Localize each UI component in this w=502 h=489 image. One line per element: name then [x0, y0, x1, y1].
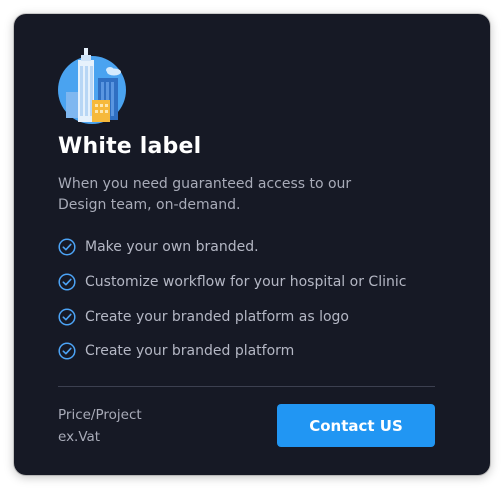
feature-item: Create your branded platform as logo: [58, 299, 406, 334]
pricing-card: White label When you need guaranteed acc…: [14, 14, 490, 475]
check-circle-icon: [58, 342, 76, 360]
feature-label: Create your branded platform: [85, 343, 295, 360]
contact-us-button[interactable]: Contact US: [277, 404, 435, 447]
check-circle-icon: [58, 273, 76, 291]
feature-label: Make your own branded.: [85, 239, 259, 256]
feature-item: Create your branded platform: [58, 334, 406, 369]
price-info: Price/Project ex.Vat: [58, 404, 142, 448]
check-circle-icon: [58, 308, 76, 326]
divider: [58, 386, 435, 387]
city-buildings-icon: [58, 48, 126, 124]
price-note: ex.Vat: [58, 429, 101, 445]
price-label: Price/Project: [58, 407, 142, 423]
feature-item: Make your own branded.: [58, 230, 406, 265]
card-title: White label: [58, 134, 202, 159]
card-description: When you need guaranteed access to our D…: [58, 176, 352, 213]
feature-label: Create your branded platform as logo: [85, 308, 349, 325]
check-circle-icon: [58, 238, 76, 256]
feature-label: Customize workflow for your hospital or …: [85, 274, 407, 291]
feature-item: Customize workflow for your hospital or …: [58, 265, 406, 300]
feature-list: Make your own branded. Customize workflo…: [58, 230, 406, 369]
